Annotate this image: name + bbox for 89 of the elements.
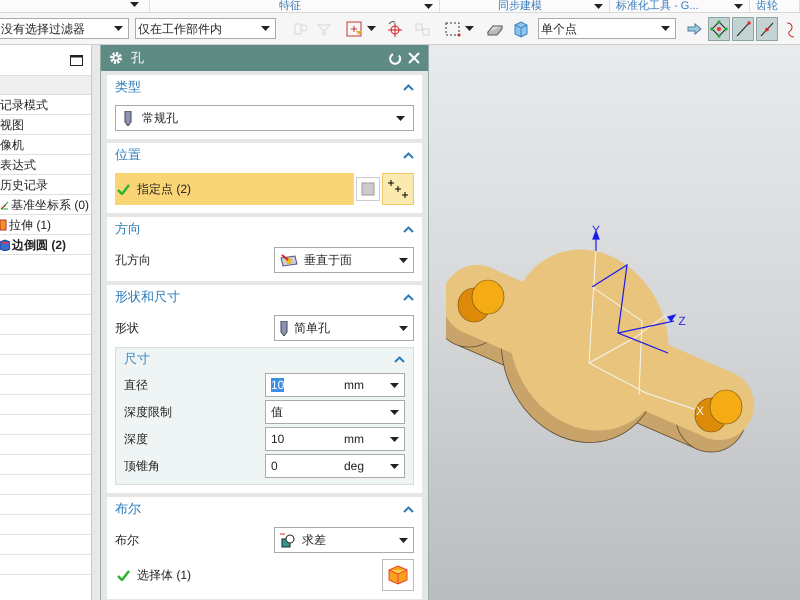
- reset-icon[interactable]: [389, 52, 402, 64]
- crosshair-icon[interactable]: [386, 20, 402, 38]
- caret-icon: [390, 410, 399, 414]
- caret-icon: [399, 258, 408, 262]
- dropdown[interactable]: 简单孔: [274, 315, 414, 341]
- dashed-rectangle-icon[interactable]: [444, 20, 460, 38]
- field-label: 形状: [115, 320, 140, 337]
- caret-icon: [661, 26, 670, 31]
- axis-label: X: [696, 404, 704, 418]
- points-icon: [387, 179, 409, 199]
- caret-icon: [130, 2, 139, 7]
- caret-icon: [399, 538, 408, 542]
- filter-dropdown[interactable]: 没有选择过滤器: [0, 18, 129, 39]
- caret-icon: [396, 116, 405, 120]
- caret-icon: [390, 436, 399, 442]
- extrude-icon: [0, 218, 7, 230]
- snap-mode-dropdown[interactable]: 单个点: [538, 18, 676, 39]
- ribbon-group-label[interactable]: 同步建模: [446, 0, 594, 12]
- sketch-icon: [361, 182, 375, 196]
- section-title[interactable]: 位置: [115, 145, 141, 165]
- number-field[interactable]: 10 mm: [265, 427, 405, 451]
- collapse-icon[interactable]: [394, 356, 405, 362]
- axis-label: Z: [678, 314, 686, 328]
- number-field[interactable]: 10 mm: [265, 373, 405, 397]
- caret-icon: [390, 382, 399, 388]
- caret-icon: [465, 26, 474, 31]
- dropdown[interactable]: 值: [265, 400, 405, 424]
- field-label: 深度限制: [124, 404, 173, 421]
- settings-icon[interactable]: [109, 51, 123, 65]
- collapse-icon[interactable]: [403, 84, 414, 90]
- caret-icon: [594, 4, 603, 8]
- section-title[interactable]: 类型: [115, 77, 141, 97]
- drill-bit-icon: [280, 320, 288, 336]
- navigator-item[interactable]: 拉伸 (1): [9, 216, 51, 234]
- axis-label: Y: [592, 225, 600, 237]
- collapse-icon[interactable]: [403, 152, 414, 158]
- section-title[interactable]: 布尔: [115, 499, 141, 519]
- point-dialog-button[interactable]: [382, 173, 414, 205]
- section-title[interactable]: 形状和尺寸: [115, 287, 180, 307]
- selection-row[interactable]: 选择体 (1): [115, 559, 382, 591]
- number-field[interactable]: 0 deg: [265, 454, 405, 478]
- checkmark-icon: [117, 570, 130, 580]
- snap-points-icon[interactable]: [710, 20, 728, 38]
- selection-row[interactable]: 指定点 (2): [115, 173, 354, 205]
- subtract-icon: [280, 532, 296, 548]
- edge-blend-icon: [0, 238, 10, 250]
- select-body-button[interactable]: [382, 559, 414, 591]
- point-box-icon[interactable]: [346, 20, 362, 38]
- maximize-icon[interactable]: [70, 54, 83, 66]
- navigator-item[interactable]: 视图: [0, 116, 24, 134]
- close-icon[interactable]: [408, 52, 420, 64]
- caret-icon: [114, 26, 123, 31]
- collapse-icon[interactable]: [403, 294, 414, 300]
- ribbon-group-label[interactable]: 标准化工具 - G...: [616, 0, 734, 12]
- dropdown[interactable]: 垂直于面: [274, 247, 414, 273]
- drill-bit-icon: [124, 110, 132, 126]
- field-label: 深度: [124, 431, 149, 448]
- navigator-item[interactable]: 表达式: [0, 156, 36, 174]
- navigator-item[interactable]: 记录模式: [0, 96, 48, 114]
- field-label: 布尔: [115, 532, 140, 549]
- navigator-item[interactable]: 边倒圆 (2): [12, 236, 66, 254]
- caret-icon: [734, 4, 743, 8]
- field-label: 顶锥角: [124, 458, 161, 475]
- cube-icon[interactable]: [512, 20, 528, 38]
- ribbon-group-label[interactable]: 特征: [156, 0, 424, 12]
- caret-icon: [367, 26, 376, 31]
- ribbon-group-label[interactable]: 齿轮: [756, 0, 793, 12]
- field-label: 孔方向: [115, 252, 152, 269]
- type-dropdown[interactable]: 常规孔: [115, 105, 414, 131]
- caret-icon: [424, 4, 433, 8]
- scope-dropdown[interactable]: 仅在工作部件内: [135, 18, 276, 39]
- dropdown[interactable]: 求差: [274, 527, 414, 553]
- coordinate-system-icon: [0, 198, 9, 210]
- caret-icon: [399, 326, 408, 330]
- surface-normal-icon: [280, 254, 298, 266]
- collapse-icon[interactable]: [403, 506, 414, 512]
- navigator-item[interactable]: 历史记录: [0, 176, 48, 194]
- caret-icon: [390, 464, 399, 468]
- cube-icon: [387, 564, 409, 586]
- collapse-icon[interactable]: [403, 226, 414, 232]
- field-label: 直径: [124, 377, 149, 394]
- caret-icon: [261, 26, 270, 31]
- sketch-button[interactable]: [356, 177, 380, 201]
- navigator-item[interactable]: 基准坐标系 (0): [11, 196, 89, 214]
- navigator-item[interactable]: 像机: [0, 136, 24, 154]
- dialog-title: 孔: [131, 49, 145, 68]
- section-title[interactable]: 方向: [115, 219, 141, 239]
- line-endpoint-icon[interactable]: [734, 20, 752, 38]
- checkmark-icon: [117, 184, 130, 194]
